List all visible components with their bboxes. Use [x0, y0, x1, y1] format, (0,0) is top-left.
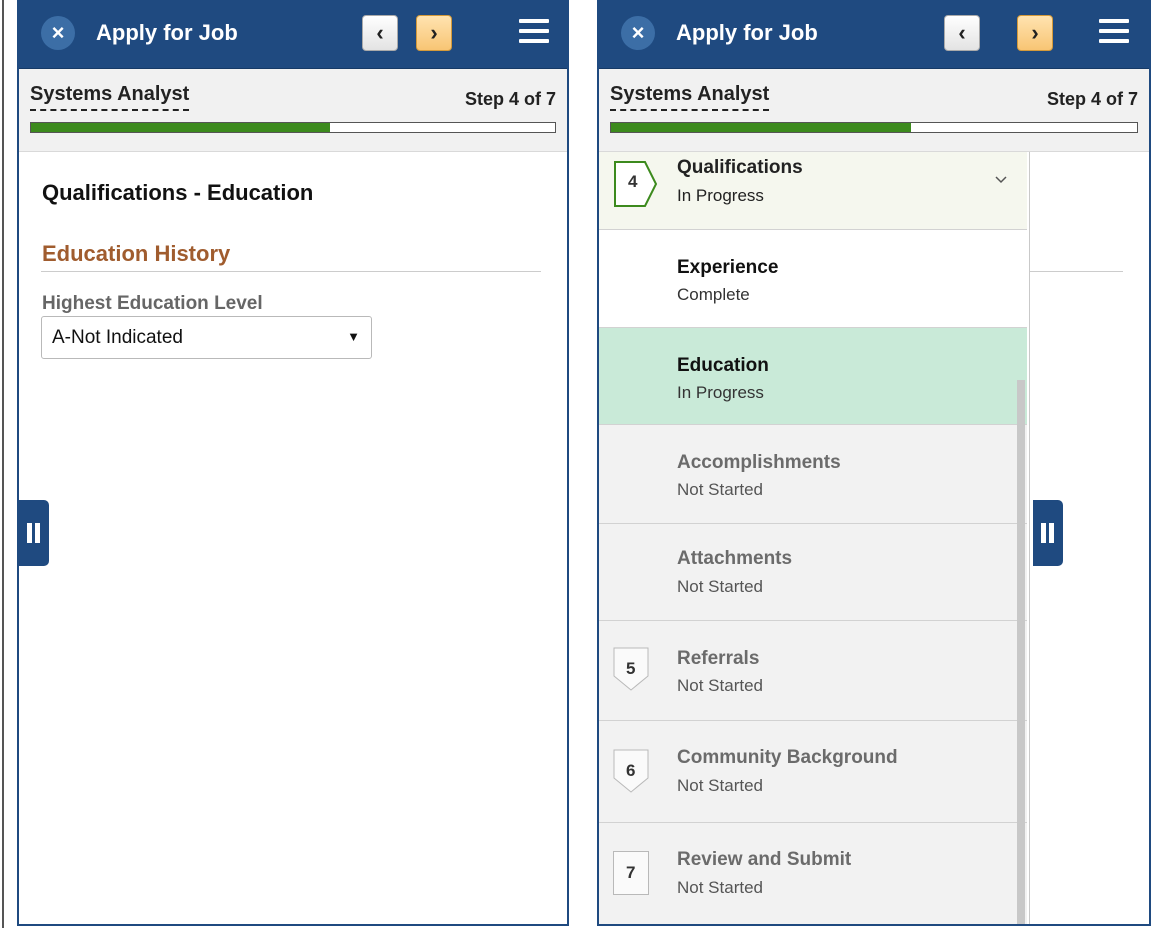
previous-button[interactable]: ‹: [944, 15, 980, 51]
step-indicator: Step 4 of 7: [464, 89, 556, 109]
nav-item-name: Education: [677, 355, 769, 376]
job-title-link[interactable]: Systems Analyst: [610, 83, 770, 111]
step-navigation-panel: 4 Qualifications In Progress Experience …: [599, 152, 1030, 924]
section-title: Education History: [42, 241, 231, 266]
progress-bar: [30, 122, 556, 133]
page-title: Apply for Job: [96, 20, 238, 45]
app-header: × Apply for Job ‹ ›: [599, 0, 1149, 69]
nav-item-status: Not Started: [677, 480, 763, 499]
chevron-down-icon[interactable]: [993, 172, 1009, 188]
progress-fill: [611, 123, 911, 132]
nav-item-name: Community Background: [677, 747, 898, 768]
close-icon[interactable]: ×: [621, 16, 655, 50]
step-title: Qualifications - Education: [42, 180, 314, 205]
nav-item-status: Not Started: [677, 878, 763, 897]
nav-item-status: In Progress: [677, 186, 764, 205]
main-content: Qualifications - Education Education His…: [19, 152, 567, 924]
progress-bar: [610, 122, 1138, 133]
nav-item-attachments[interactable]: Attachments Not Started: [599, 524, 1027, 621]
right-screen: × Apply for Job ‹ › Systems Analyst Step…: [597, 0, 1151, 926]
menu-icon[interactable]: [519, 19, 549, 47]
nav-item-community-background[interactable]: 6 Community Background Not Started: [599, 721, 1027, 823]
next-button[interactable]: ›: [1017, 15, 1053, 51]
step-indicator: Step 4 of 7: [1046, 89, 1138, 109]
window-edge: [2, 0, 4, 928]
job-subheader: Systems Analyst Step 4 of 7: [19, 69, 567, 152]
nav-item-status: Not Started: [677, 776, 763, 795]
app-header: × Apply for Job ‹ ›: [19, 0, 567, 69]
nav-item-qualifications[interactable]: 4 Qualifications In Progress: [599, 152, 1027, 230]
step-number: 4: [628, 172, 638, 191]
nav-item-name: Review and Submit: [677, 849, 852, 870]
side-panel-toggle[interactable]: [19, 500, 49, 566]
menu-icon[interactable]: [1099, 19, 1129, 47]
nav-item-review-and-submit[interactable]: 7 Review and Submit Not Started: [599, 823, 1027, 924]
close-icon[interactable]: ×: [41, 16, 75, 50]
nav-item-name: Accomplishments: [677, 452, 841, 473]
side-panel-toggle[interactable]: [1033, 500, 1063, 566]
progress-fill: [31, 123, 330, 132]
section-divider: [41, 271, 541, 272]
nav-item-experience[interactable]: Experience Complete: [599, 230, 1027, 328]
job-title-link[interactable]: Systems Analyst: [30, 83, 190, 111]
dropdown-arrow-icon: ▼: [347, 329, 360, 344]
page-title: Apply for Job: [676, 20, 818, 45]
nav-item-name: Experience: [677, 257, 779, 278]
previous-button[interactable]: ‹: [362, 15, 398, 51]
education-level-select[interactable]: A-Not Indicated ▼: [41, 316, 372, 359]
job-subheader: Systems Analyst Step 4 of 7: [599, 69, 1149, 152]
nav-item-name: Qualifications: [677, 157, 803, 178]
nav-item-education[interactable]: Education In Progress: [599, 328, 1027, 425]
nav-item-name: Referrals: [677, 648, 760, 669]
step-number: 5: [626, 659, 636, 678]
nav-scrollbar[interactable]: [1017, 380, 1025, 924]
nav-item-status: Not Started: [677, 676, 763, 695]
nav-item-status: Complete: [677, 285, 750, 304]
step-number: 7: [626, 863, 636, 882]
nav-item-name: Attachments: [677, 548, 793, 569]
next-button[interactable]: ›: [416, 15, 452, 51]
left-screen: × Apply for Job ‹ › Systems Analyst Step…: [17, 0, 569, 926]
nav-item-referrals[interactable]: 5 Referrals Not Started: [599, 621, 1027, 721]
nav-item-status: Not Started: [677, 577, 763, 596]
education-level-value: A-Not Indicated: [52, 327, 183, 348]
nav-item-accomplishments[interactable]: Accomplishments Not Started: [599, 425, 1027, 524]
education-level-label: Highest Education Level: [42, 293, 263, 314]
step-number: 6: [626, 761, 636, 780]
nav-item-status: In Progress: [677, 383, 764, 402]
